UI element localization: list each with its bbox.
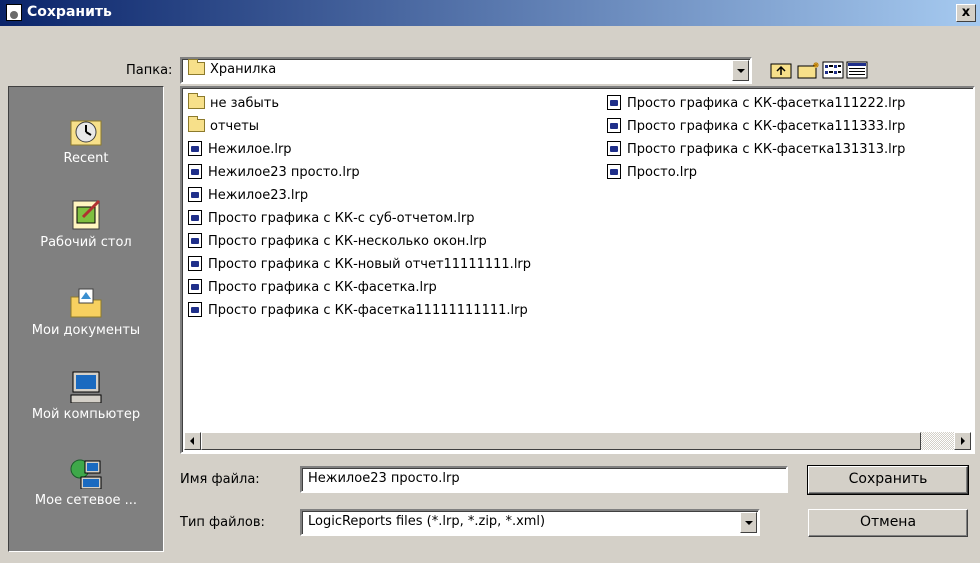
- list-item[interactable]: Просто графика с КК-фасетка111333.lrp: [607, 118, 905, 141]
- list-item[interactable]: Просто графика с КК-фасетка.lrp: [188, 279, 531, 302]
- place-recent[interactable]: Recent: [9, 115, 163, 166]
- title-bar: Сохранить x: [0, 0, 980, 26]
- place-label: Recent: [63, 151, 109, 166]
- scroll-thumb[interactable]: [201, 432, 921, 450]
- list-item[interactable]: Просто графика с КК-фасетка111222.lrp: [607, 95, 905, 118]
- lrp-file-icon: [607, 164, 621, 179]
- lrp-file-icon: [188, 279, 202, 294]
- filetype-dropdown-button[interactable]: [740, 512, 757, 533]
- list-view-icon[interactable]: [822, 61, 844, 79]
- lrp-file-icon: [188, 233, 202, 248]
- close-button[interactable]: x: [956, 4, 976, 22]
- lrp-file-icon: [188, 187, 202, 202]
- lrp-file-icon: [188, 141, 202, 156]
- up-folder-icon[interactable]: [770, 61, 794, 79]
- place-network[interactable]: Мое сетевое ...: [9, 457, 163, 508]
- place-desktop[interactable]: Рабочий стол: [9, 199, 163, 250]
- file-list[interactable]: не забыть отчеты Нежилое.lrp Нежилое23 п…: [180, 86, 975, 454]
- list-item[interactable]: Просто графика с КК-фасетка11111111111.l…: [188, 302, 531, 325]
- list-item[interactable]: Просто графика с КК-фасетка131313.lrp: [607, 141, 905, 164]
- folder-icon: [188, 116, 205, 132]
- filetype-label: Тип файлов:: [180, 515, 265, 530]
- window-title: Сохранить: [27, 4, 112, 20]
- details-view-icon[interactable]: [846, 61, 870, 79]
- place-label: Рабочий стол: [40, 235, 132, 250]
- place-documents[interactable]: Мои документы: [9, 287, 163, 338]
- list-item[interactable]: отчеты: [188, 116, 531, 141]
- place-label: Мое сетевое ...: [34, 493, 138, 508]
- window-icon: [6, 4, 22, 21]
- list-item[interactable]: Нежилое23.lrp: [188, 187, 531, 210]
- file-column-1: не забыть отчеты Нежилое.lrp Нежилое23 п…: [188, 93, 531, 325]
- folder-label: Папка:: [126, 63, 173, 78]
- my-computer-icon: [70, 371, 102, 403]
- list-item[interactable]: Просто графика с КК-новый отчет11111111.…: [188, 256, 531, 279]
- lrp-file-icon: [188, 302, 202, 317]
- lrp-file-icon: [607, 118, 621, 133]
- scroll-right-button[interactable]: [954, 432, 971, 450]
- my-documents-icon: [70, 288, 102, 318]
- place-label: Мой компьютер: [31, 407, 141, 422]
- list-item[interactable]: не забыть: [188, 93, 531, 118]
- list-item[interactable]: Просто графика с КК-несколько окон.lrp: [188, 233, 531, 256]
- desktop-icon: [72, 199, 101, 230]
- lrp-file-icon: [188, 256, 202, 271]
- arrow-right-icon: [961, 437, 965, 445]
- place-label: Мои документы: [31, 323, 141, 338]
- place-computer[interactable]: Мой компьютер: [9, 371, 163, 422]
- scroll-left-button[interactable]: [184, 432, 201, 450]
- save-button[interactable]: Сохранить: [807, 465, 969, 495]
- folder-current: Хранилка: [210, 62, 277, 77]
- list-item[interactable]: Нежилое23 просто.lrp: [188, 164, 531, 187]
- list-item[interactable]: Просто.lrp: [607, 164, 905, 187]
- folder-icon: [188, 59, 205, 75]
- lrp-file-icon: [607, 95, 621, 110]
- new-folder-icon[interactable]: [797, 61, 821, 79]
- folder-dropdown-button[interactable]: [732, 60, 749, 81]
- list-item[interactable]: Просто графика с КК-с суб-отчетом.lrp: [188, 210, 531, 233]
- filename-label: Имя файла:: [180, 472, 260, 487]
- lrp-file-icon: [188, 164, 202, 179]
- lrp-file-icon: [188, 210, 202, 225]
- folder-select[interactable]: Хранилка: [180, 57, 752, 84]
- filename-value: Нежилое23 просто.lrp: [308, 471, 460, 486]
- list-item[interactable]: Нежилое.lrp: [188, 141, 531, 164]
- network-icon: [70, 459, 102, 489]
- places-bar: Recent Рабочий стол Мои документы Мой ко…: [8, 86, 164, 552]
- arrow-left-icon: [190, 437, 194, 445]
- file-column-2: Просто графика с КК-фасетка111222.lrp Пр…: [607, 95, 905, 187]
- lrp-file-icon: [607, 141, 621, 156]
- horizontal-scrollbar[interactable]: [184, 432, 971, 450]
- filetype-value: LogicReports files (*.lrp, *.zip, *.xml): [308, 514, 546, 529]
- cancel-button[interactable]: Отмена: [808, 509, 968, 537]
- folder-icon: [188, 93, 205, 109]
- filetype-select[interactable]: LogicReports files (*.lrp, *.zip, *.xml): [300, 509, 760, 536]
- recent-clock-icon: [70, 120, 102, 146]
- filename-field[interactable]: Нежилое23 просто.lrp: [300, 466, 788, 493]
